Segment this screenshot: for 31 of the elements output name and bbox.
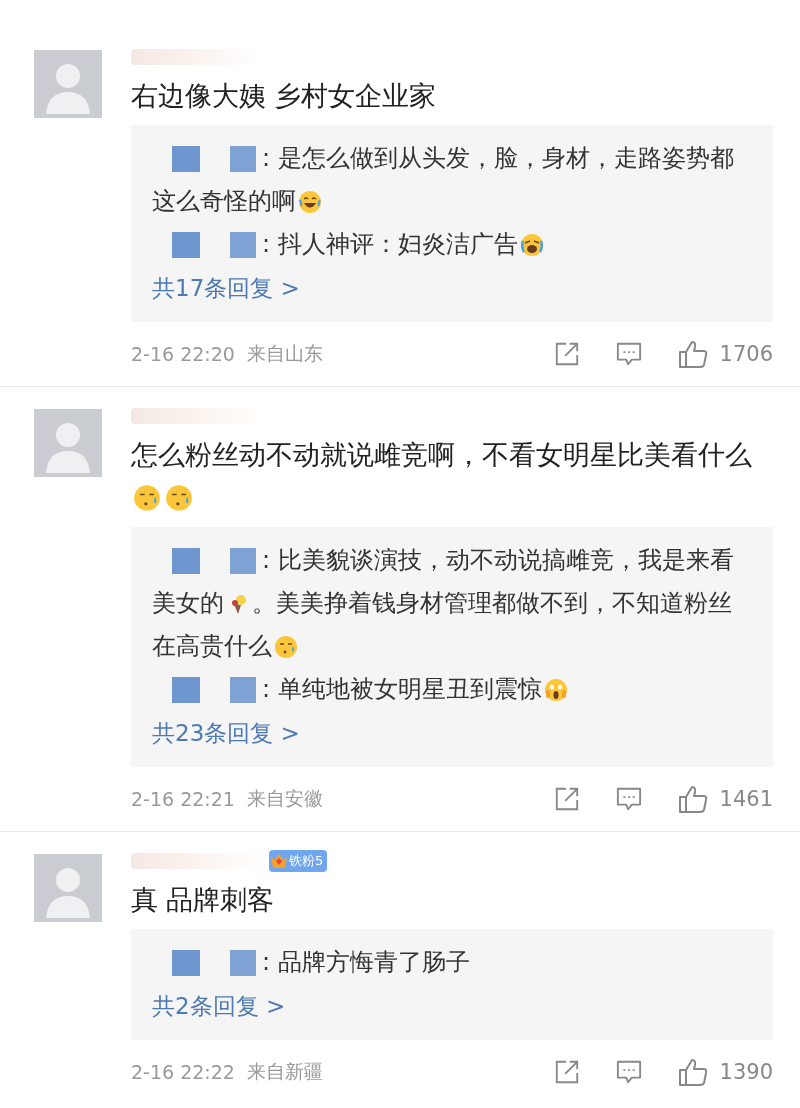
- comment-location: 来自山东: [246, 341, 323, 366]
- comment-time: 2-16 22:21: [131, 788, 235, 810]
- comment-icon[interactable]: [615, 1059, 642, 1085]
- comment-time: 2-16 22:20: [131, 343, 235, 365]
- like-count: 1390: [719, 1060, 773, 1084]
- thumbs-up-icon[interactable]: [677, 1057, 708, 1087]
- share-icon[interactable]: [553, 1059, 580, 1085]
- comment-location: 来自安徽: [246, 786, 323, 811]
- fan-badge: 铁粉5: [269, 850, 328, 872]
- comment-text: 真 品牌刺客: [131, 883, 276, 917]
- share-icon[interactable]: [553, 786, 580, 812]
- comment-location: 来自新疆: [246, 1059, 323, 1084]
- more-replies-link[interactable]: 共2条回复 >: [152, 984, 753, 1028]
- thumbs-up-icon[interactable]: [677, 784, 708, 814]
- thumbs-up-icon[interactable]: [677, 339, 708, 369]
- like-count: 1706: [719, 342, 773, 366]
- comment-time: 2-16 22:22: [131, 1061, 235, 1083]
- sweat-emoji-icon: [165, 484, 193, 512]
- laugh-emoji-icon: [298, 190, 322, 214]
- comment-text: 怎么粉丝动不动就说雌竞啊，不看女明星比美看什么: [131, 433, 773, 519]
- comment-icon[interactable]: [615, 786, 642, 812]
- comment-text: 右边像大姨 乡村女企业家: [131, 79, 438, 113]
- sweat-emoji-icon: [133, 484, 161, 512]
- scream-emoji-icon: [543, 678, 568, 702]
- bawl-emoji-icon: [519, 233, 544, 257]
- more-replies-link[interactable]: 共17条回复 >: [152, 266, 753, 310]
- comment-icon[interactable]: [615, 341, 642, 367]
- sweat-emoji-icon: [274, 635, 298, 659]
- share-icon[interactable]: [553, 341, 580, 367]
- like-count: 1461: [719, 787, 773, 811]
- more-replies-link[interactable]: 共23条回复 >: [152, 711, 753, 755]
